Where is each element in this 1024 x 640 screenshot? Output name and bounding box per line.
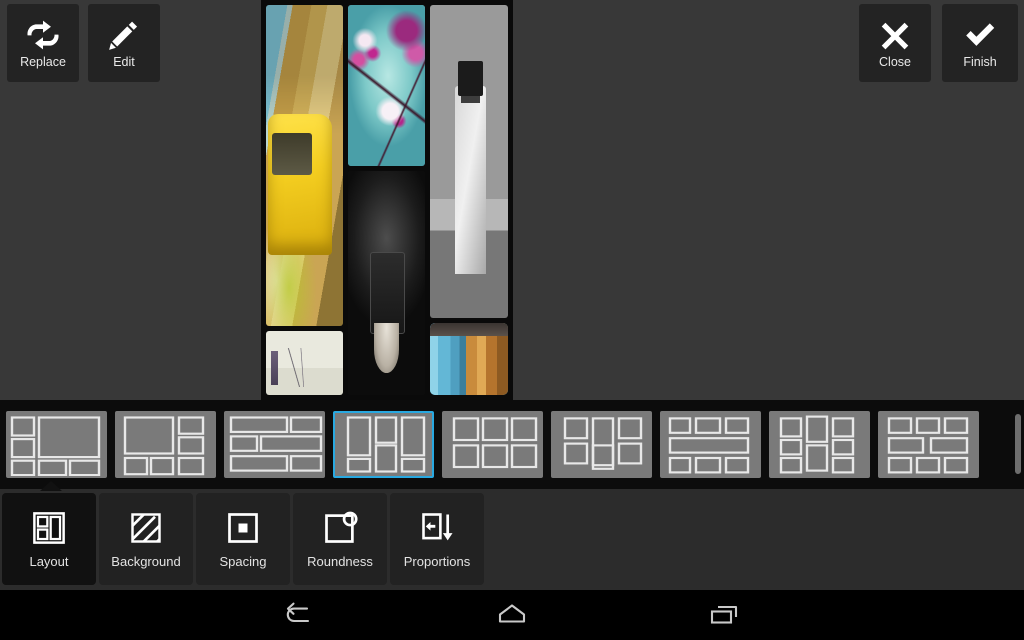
tlr-camera-photo — [348, 171, 425, 395]
active-tab-caret — [40, 481, 62, 491]
app-root: Replace Edit Close Finish Layout Backgro… — [0, 0, 1024, 640]
collage-cell-lighthouse-photo[interactable] — [429, 5, 508, 318]
tab-spacing-label: Spacing — [219, 554, 267, 569]
collage-cell-cherry-blossom-photo[interactable] — [348, 5, 425, 166]
back-arrow-icon[interactable] — [278, 599, 322, 631]
collage-column-1 — [266, 5, 344, 395]
hatched-square-icon — [131, 513, 161, 543]
tab-roundness[interactable]: Roundness — [293, 493, 387, 585]
pencil-icon — [109, 21, 138, 50]
layout-option-3[interactable] — [224, 411, 325, 478]
collage-cell-blue-orange-door-photo[interactable] — [429, 323, 508, 395]
android-navigation-bar — [0, 590, 1024, 640]
close-button[interactable]: Close — [859, 4, 931, 82]
blue-orange-door-photo — [429, 323, 508, 395]
pier-seascape-photo — [266, 331, 344, 395]
close-x-icon — [881, 22, 909, 50]
layout-option-4[interactable] — [333, 411, 434, 478]
layout-option-9[interactable] — [878, 411, 979, 478]
layout-option-6[interactable] — [551, 411, 652, 478]
collage-cell-yellow-vw-van-photo[interactable] — [266, 5, 344, 326]
tab-proportions-label: Proportions — [403, 554, 471, 569]
replace-button[interactable]: Replace — [7, 4, 79, 82]
tab-layout[interactable]: Layout — [2, 493, 96, 585]
tab-roundness-label: Roundness — [307, 554, 373, 569]
lighthouse-photo — [429, 5, 508, 318]
replace-button-label: Replace — [20, 54, 66, 69]
edit-button-label: Edit — [113, 54, 135, 69]
rounded-corner-icon — [325, 511, 358, 543]
collage-column-2 — [348, 5, 425, 395]
yellow-vw-van-photo — [266, 5, 344, 326]
tab-proportions[interactable]: Proportions — [390, 493, 484, 585]
collage-canvas[interactable] — [261, 0, 513, 400]
edit-button[interactable]: Edit — [88, 4, 160, 82]
layout-strip-scrollbar[interactable] — [1015, 414, 1021, 474]
replace-icon — [27, 20, 59, 50]
cherry-blossom-photo — [348, 5, 425, 166]
finish-button-label: Finish — [963, 54, 997, 69]
tab-layout-label: Layout — [29, 554, 69, 569]
checkmark-icon — [966, 23, 995, 46]
collage-cell-pier-seascape-photo[interactable] — [266, 331, 344, 395]
collage-cell-tlr-camera-photo[interactable] — [348, 171, 425, 395]
grid-layout-icon — [33, 512, 65, 544]
collage-column-3 — [429, 5, 508, 395]
proportions-arrows-icon — [422, 513, 453, 541]
inset-square-icon — [228, 513, 258, 543]
layout-option-8[interactable] — [769, 411, 870, 478]
tab-background[interactable]: Background — [99, 493, 193, 585]
layout-option-1[interactable] — [6, 411, 107, 478]
finish-button[interactable]: Finish — [942, 4, 1018, 82]
recents-icon[interactable] — [702, 599, 746, 631]
layout-option-5[interactable] — [442, 411, 543, 478]
home-icon[interactable] — [490, 599, 534, 631]
layout-option-7[interactable] — [660, 411, 761, 478]
close-button-label: Close — [879, 54, 911, 69]
layout-thumbnail-strip[interactable] — [0, 400, 1024, 489]
tab-spacing[interactable]: Spacing — [196, 493, 290, 585]
editor-toolbar: Layout Background Spacing Roundness Prop… — [0, 489, 1024, 590]
layout-option-2[interactable] — [115, 411, 216, 478]
tab-background-label: Background — [111, 554, 181, 569]
